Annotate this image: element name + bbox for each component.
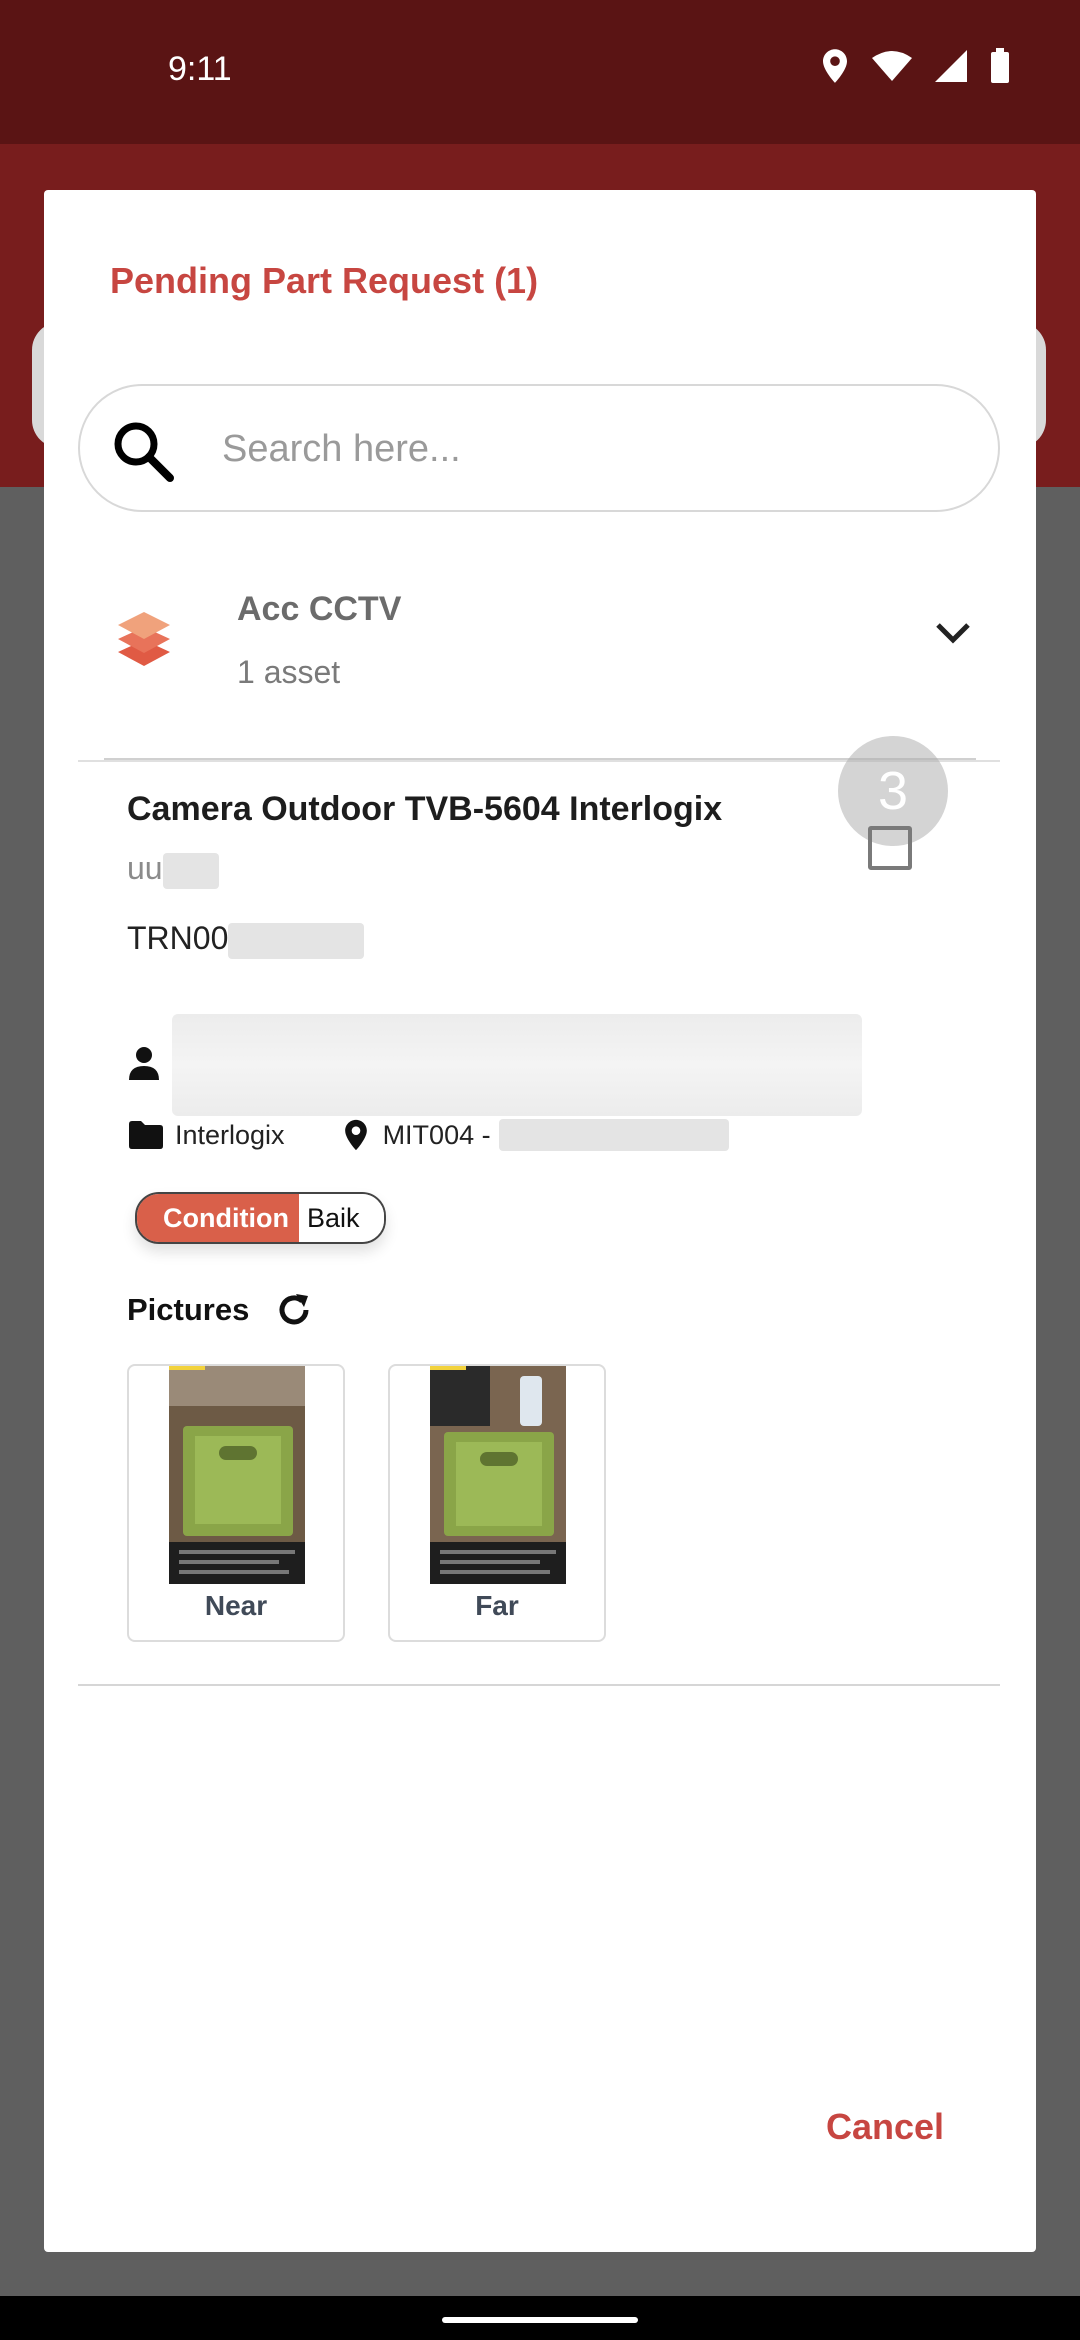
search-icon: [114, 422, 174, 482]
signal-icon: [935, 50, 967, 82]
picture-label-far: Far: [475, 1590, 519, 1621]
cancel-button[interactable]: Cancel: [826, 2106, 944, 2148]
redacted-user-info: [172, 1014, 862, 1116]
search-bar[interactable]: [78, 384, 1000, 512]
asset-code: uu: [127, 850, 219, 889]
refresh-icon[interactable]: [274, 1290, 314, 1330]
photo-thumbnail-far: [430, 1366, 566, 1584]
location-icon: [823, 49, 847, 83]
asset-serial: TRN00: [127, 920, 365, 959]
pictures-title: Pictures: [127, 1292, 250, 1327]
folder-icon: [129, 1121, 163, 1149]
redacted-code: [162, 852, 219, 889]
location-pin-icon: [344, 1119, 367, 1151]
picture-label-near: Near: [204, 1590, 268, 1621]
pending-request-dialog: Pending Part Request (1) Acc CCTV 1 asse…: [44, 190, 1036, 2252]
group-title: Acc CCTV: [237, 590, 402, 628]
layers-icon: [118, 612, 170, 666]
dialog-title: Pending Part Request (1): [110, 260, 539, 301]
home-handle[interactable]: [442, 2317, 638, 2323]
asset-name: Camera Outdoor TVB-5604 Interlogix: [127, 790, 723, 828]
picture-card-near[interactable]: Near: [127, 1364, 345, 1642]
wifi-icon: [872, 51, 912, 81]
picture-card-far[interactable]: Far: [388, 1364, 606, 1642]
person-icon: [129, 1047, 159, 1080]
status-bar: 9:11: [0, 0, 1080, 144]
location: MIT004 -: [343, 1118, 729, 1152]
condition-chip: Condition Baik: [135, 1192, 386, 1244]
asset-select-checkbox[interactable]: [868, 826, 912, 870]
asset-meta-row: Interlogix MIT004 -: [129, 1118, 729, 1152]
redacted-serial: [228, 922, 365, 959]
condition-value: Baik: [298, 1194, 384, 1242]
location-label: MIT004 -: [382, 1119, 491, 1150]
group-asset-count: 1 asset: [237, 654, 341, 690]
redacted-location: [498, 1119, 729, 1151]
search-input[interactable]: [220, 416, 964, 482]
asset-code-text: uu: [127, 850, 163, 886]
condition-label: Condition: [137, 1194, 299, 1242]
status-time: 9:11: [168, 50, 232, 88]
asset-serial-text: TRN00: [127, 920, 229, 956]
status-icons: [820, 48, 1010, 84]
divider: [78, 1684, 1000, 1686]
battery-icon: [991, 48, 1009, 83]
brand-label: Interlogix: [175, 1119, 285, 1150]
chevron-down-icon[interactable]: [934, 620, 972, 646]
photo-thumbnail-near: [169, 1366, 305, 1584]
asset-group-header[interactable]: Acc CCTV 1 asset: [44, 570, 1036, 720]
